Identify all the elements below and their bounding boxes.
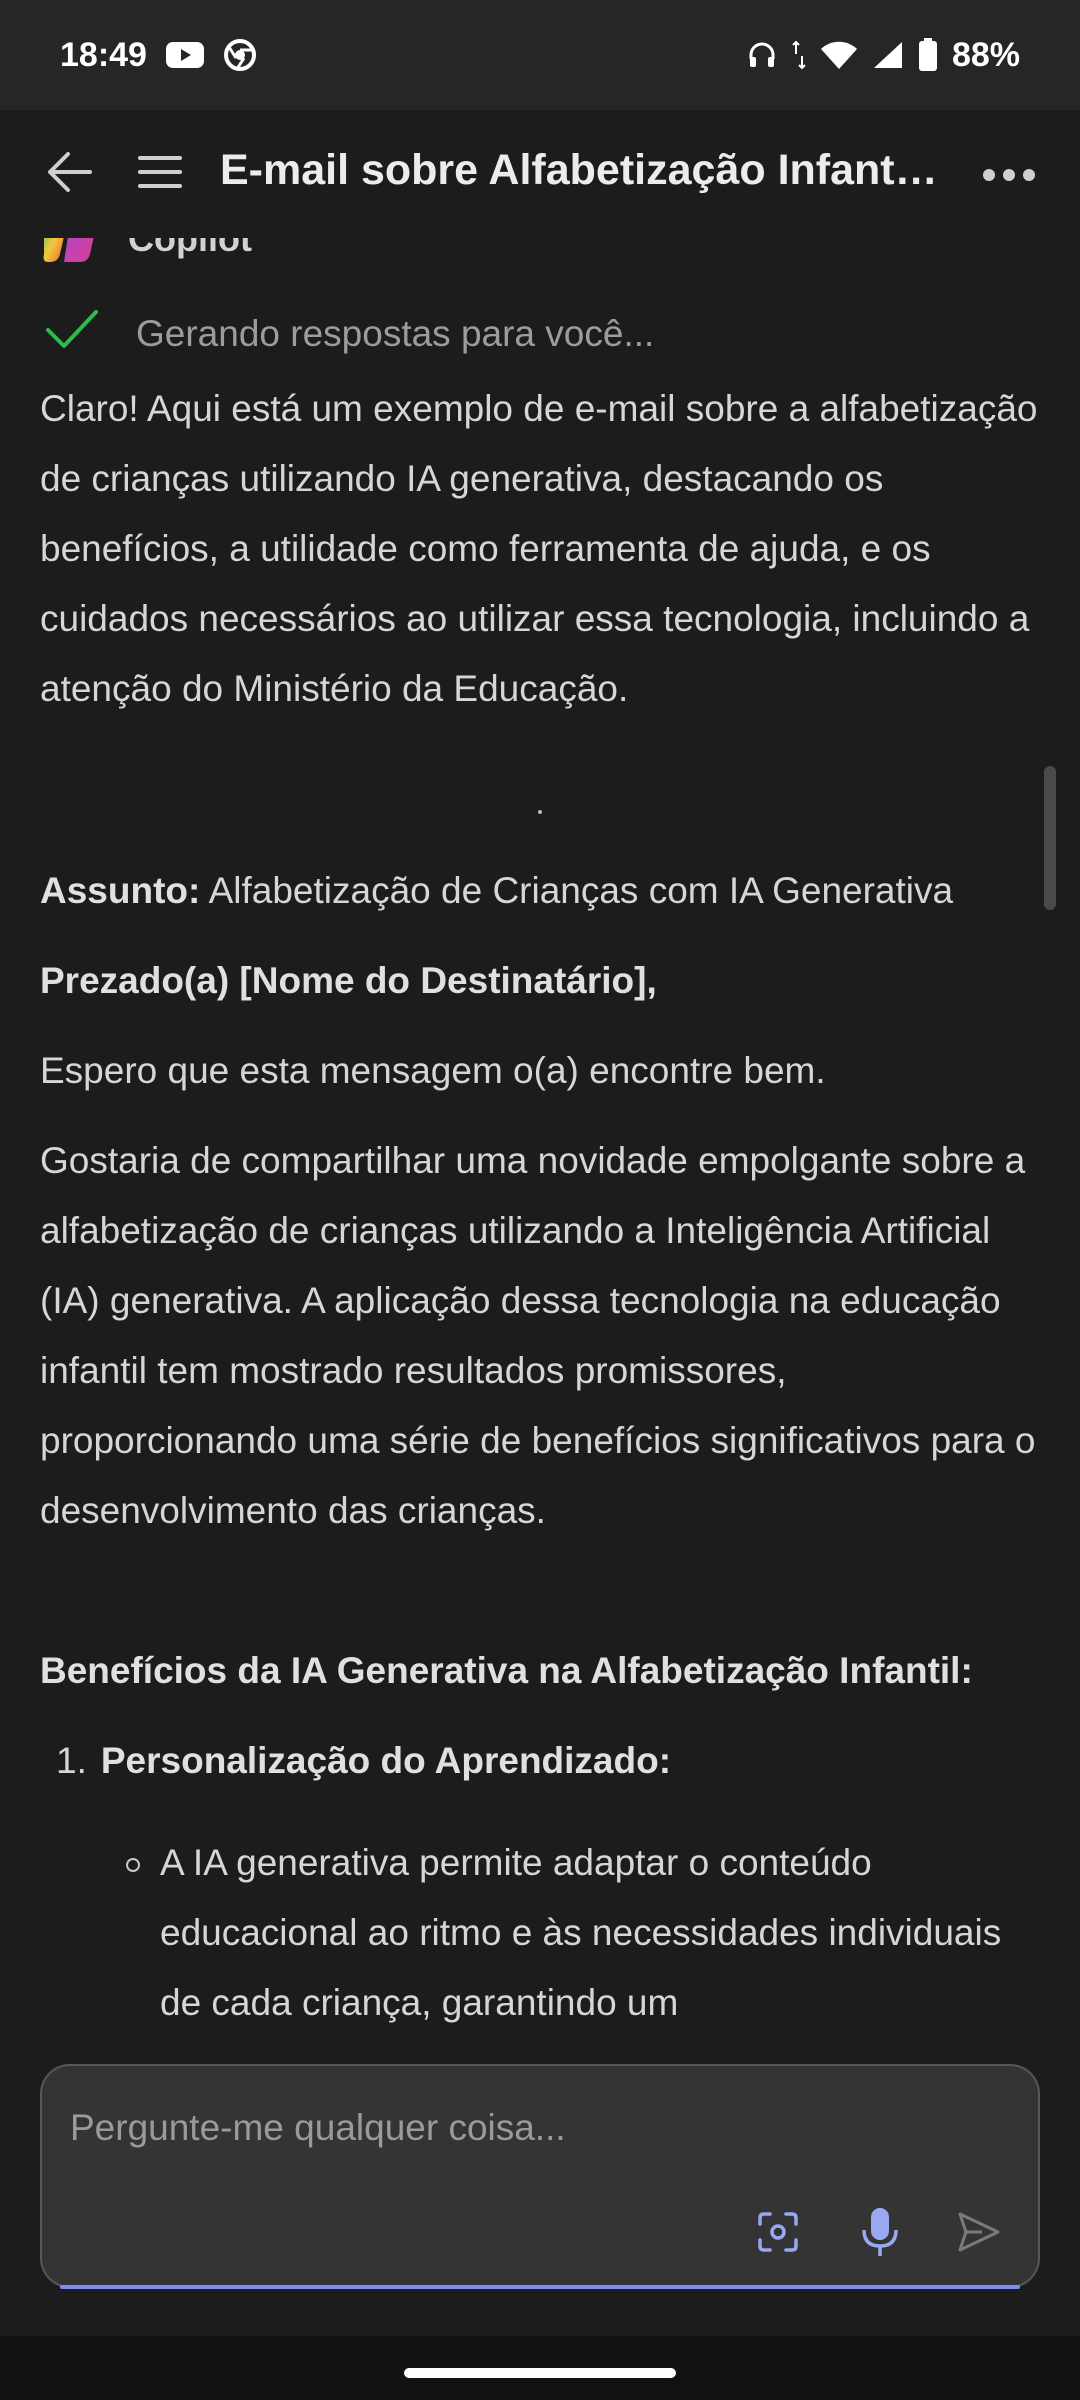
wifi-icon xyxy=(820,40,858,70)
email-greeting: Prezado(a) [Nome do Destinatário], xyxy=(40,960,657,1001)
email-paragraph: Gostaria de compartilhar uma novidade em… xyxy=(40,1140,1036,1531)
list-bullet: A IA generativa permite adaptar o conteú… xyxy=(126,1828,1026,2038)
chat-content[interactable]: Copilot Gerando respostas para você... C… xyxy=(0,238,1080,2048)
microphone-icon[interactable] xyxy=(860,2206,900,2263)
generation-status-text: Gerando respostas para você... xyxy=(136,312,655,354)
list-item: 1. Personalização do Aprendizado: xyxy=(56,1726,1056,1796)
benefits-heading: Benefícios da IA Generativa na Alfabetiz… xyxy=(40,1650,973,1691)
message-composer xyxy=(40,2064,1040,2289)
battery-icon xyxy=(918,38,938,72)
email-opening: Espero que esta mensagem o(a) encontre b… xyxy=(40,1050,826,1091)
conversation-title: E-mail sobre Alfabetização Infanti... xyxy=(220,146,940,194)
scrollbar[interactable] xyxy=(1044,766,1056,910)
composer-focus-accent xyxy=(60,2285,1020,2289)
chrome-icon xyxy=(223,38,257,72)
hamburger-menu-icon[interactable] xyxy=(138,154,182,195)
bullet-circle-icon xyxy=(126,1858,140,1872)
screen: 18:49 88% E-mail sobre Alfabetização Inf… xyxy=(0,0,1080,2400)
status-right: 88% xyxy=(746,36,1020,75)
generation-status: Gerando respostas para você... xyxy=(44,308,654,359)
app-bar: E-mail sobre Alfabetização Infanti... xyxy=(0,110,1080,238)
status-left: 18:49 xyxy=(60,36,257,75)
assistant-name: Copilot xyxy=(128,238,252,259)
checkmark-icon xyxy=(44,308,100,359)
list-item-title: Personalização do Aprendizado: xyxy=(100,1740,672,1781)
assistant-header: Copilot xyxy=(40,238,252,269)
bullet-text: A IA generativa permite adaptar o conteú… xyxy=(160,1842,1002,2023)
headphones-icon xyxy=(746,39,778,71)
copilot-logo-icon xyxy=(40,238,102,269)
divider-dot xyxy=(538,810,542,814)
camera-scan-icon[interactable] xyxy=(756,2210,800,2259)
response-intro: Claro! Aqui está um exemplo de e-mail so… xyxy=(40,388,1038,709)
send-icon[interactable] xyxy=(956,2210,1002,2259)
youtube-icon xyxy=(165,40,205,70)
status-bar: 18:49 88% xyxy=(0,0,1080,110)
subject-value: Alfabetização de Crianças com IA Generat… xyxy=(208,870,954,911)
navigation-bar xyxy=(0,2336,1080,2400)
battery-percent: 88% xyxy=(951,35,1020,74)
subject-label: Assunto: xyxy=(40,870,201,911)
message-input[interactable] xyxy=(70,2102,970,2154)
home-gesture-handle[interactable] xyxy=(404,2368,676,2378)
email-subject: Assunto: Alfabetização de Crianças com I… xyxy=(40,856,1040,926)
status-time: 18:49 xyxy=(60,35,147,74)
list-number: 1. xyxy=(56,1740,87,1781)
signal-icon xyxy=(872,40,904,70)
data-arrows-icon xyxy=(792,40,806,70)
more-options-icon[interactable] xyxy=(982,168,1036,187)
back-arrow-icon[interactable] xyxy=(44,150,94,199)
